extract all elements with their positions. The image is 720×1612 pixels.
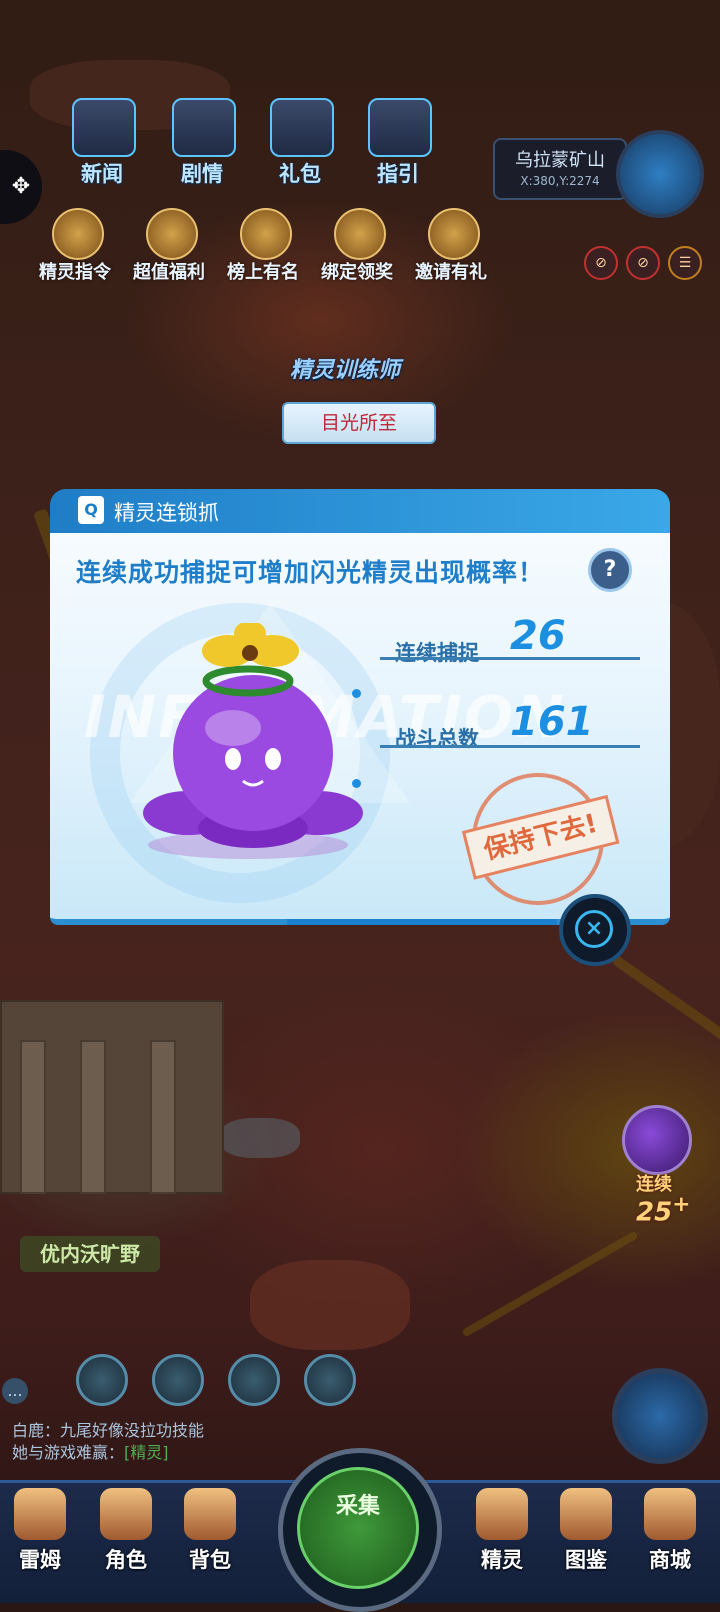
- skill-button[interactable]: [228, 1354, 280, 1406]
- modal-body: 连续成功捕捉可增加闪光精灵出现概率！ ? INFORMATION 连续捕捉 26…: [50, 533, 670, 925]
- invite-reward-button[interactable]: 邀请有礼: [406, 208, 496, 288]
- menu-toggle-icon[interactable]: ☰: [668, 246, 702, 280]
- nav-codex[interactable]: 图鉴: [546, 1482, 626, 1594]
- location-panel: 乌拉蒙矿山 X:380,Y:2274: [493, 138, 627, 200]
- chat-line: 白鹿：九尾好像没拉功技能: [12, 1421, 205, 1440]
- skill-button[interactable]: [76, 1354, 128, 1406]
- streak-orb[interactable]: [622, 1105, 692, 1175]
- close-icon: ×: [575, 910, 613, 948]
- story-icon: [172, 98, 236, 157]
- news-icon: [72, 98, 136, 157]
- collect-label: 采集: [335, 1494, 380, 1519]
- bind-reward-button[interactable]: 绑定领奖: [312, 208, 402, 288]
- invite-icon: [428, 208, 480, 260]
- modal-accent-bar: [287, 919, 557, 925]
- consecutive-catch-label: 连续捕捉: [395, 641, 479, 665]
- skill-button[interactable]: [152, 1354, 204, 1406]
- gift-pack-button[interactable]: 礼包: [262, 98, 338, 188]
- nav-bag[interactable]: 背包: [170, 1482, 250, 1594]
- stat-dot: [352, 689, 361, 698]
- leim-icon: [14, 1488, 66, 1540]
- nav-shop[interactable]: 商城: [630, 1482, 710, 1594]
- bag-icon: [184, 1488, 236, 1540]
- chat-link[interactable]: [精灵]: [124, 1443, 169, 1462]
- area-name: 优内沃旷野: [20, 1236, 160, 1272]
- modal-header: Q 精灵连锁抓: [50, 489, 670, 533]
- news-button[interactable]: 新闻: [64, 98, 140, 188]
- puzzle-icon: ✥: [11, 174, 31, 199]
- mute-sound-icon[interactable]: ⊘: [584, 246, 618, 280]
- modal-subtitle: 连续成功捕捉可增加闪光精灵出现概率！: [76, 558, 545, 587]
- help-button[interactable]: ?: [588, 548, 632, 592]
- character-icon: [100, 1488, 152, 1540]
- sprite-command-icon: [52, 208, 104, 260]
- nav-sprite[interactable]: 精灵: [462, 1482, 542, 1594]
- sprite-command-button[interactable]: 精灵指令: [30, 208, 120, 288]
- leaderboard-button[interactable]: 榜上有名: [218, 208, 308, 288]
- gift-pack-icon: [270, 98, 334, 157]
- skill-button[interactable]: [304, 1354, 356, 1406]
- map-button[interactable]: [616, 130, 704, 218]
- trainer-name[interactable]: 目光所至: [282, 402, 436, 444]
- mute-music-icon[interactable]: ⊘: [626, 246, 660, 280]
- total-battles-label: 战斗总数: [395, 727, 479, 751]
- panda-icon: [334, 208, 386, 260]
- story-button[interactable]: 剧情: [164, 98, 240, 188]
- guide-icon: [368, 98, 432, 157]
- nav-character[interactable]: 角色: [86, 1482, 166, 1594]
- stat-line: [380, 745, 640, 748]
- nav-leim[interactable]: 雷姆: [0, 1482, 80, 1594]
- guide-button[interactable]: 指引: [360, 98, 436, 188]
- stat-line: [380, 657, 640, 660]
- stamp-text: 保持下去!: [461, 794, 620, 880]
- search-icon: Q: [78, 496, 104, 524]
- modal-title: 精灵连锁抓: [114, 501, 219, 525]
- total-battles-value: 161: [510, 699, 594, 745]
- chat-sender: 她与游戏难赢：: [12, 1443, 125, 1462]
- streak-count: 25: [636, 1197, 673, 1228]
- collect-icon: 采集: [297, 1467, 419, 1589]
- chat-icon[interactable]: …: [2, 1378, 28, 1404]
- chat-log[interactable]: 白鹿：九尾好像没拉功技能 她与游戏难赢：[精灵]: [12, 1420, 204, 1464]
- star-wand-skill-button[interactable]: [612, 1368, 708, 1464]
- stat-dot: [352, 779, 361, 788]
- collect-button[interactable]: 采集: [278, 1448, 442, 1612]
- streak-suffix: +: [672, 1192, 691, 1217]
- streak-value: 25+: [636, 1192, 690, 1228]
- leaderboard-icon: [240, 208, 292, 260]
- sprite-icon: [476, 1488, 528, 1540]
- value-welfare-button[interactable]: 超值福利: [124, 208, 214, 288]
- close-button[interactable]: ×: [559, 894, 631, 966]
- shop-icon: [644, 1488, 696, 1540]
- octopus-sprite-image: [143, 623, 363, 859]
- welfare-icon: [146, 208, 198, 260]
- consecutive-catch-value: 26: [510, 613, 566, 659]
- chain-catch-modal: Q 精灵连锁抓 连续成功捕捉可增加闪光精灵出现概率！ ? INFORMATION…: [50, 489, 670, 929]
- trainer-title: 精灵训练师: [290, 358, 401, 383]
- location-coords: X:380,Y:2274: [520, 174, 600, 188]
- location-name: 乌拉蒙矿山: [515, 150, 605, 171]
- chat-line: 她与游戏难赢：[精灵]: [12, 1442, 204, 1464]
- codex-icon: [560, 1488, 612, 1540]
